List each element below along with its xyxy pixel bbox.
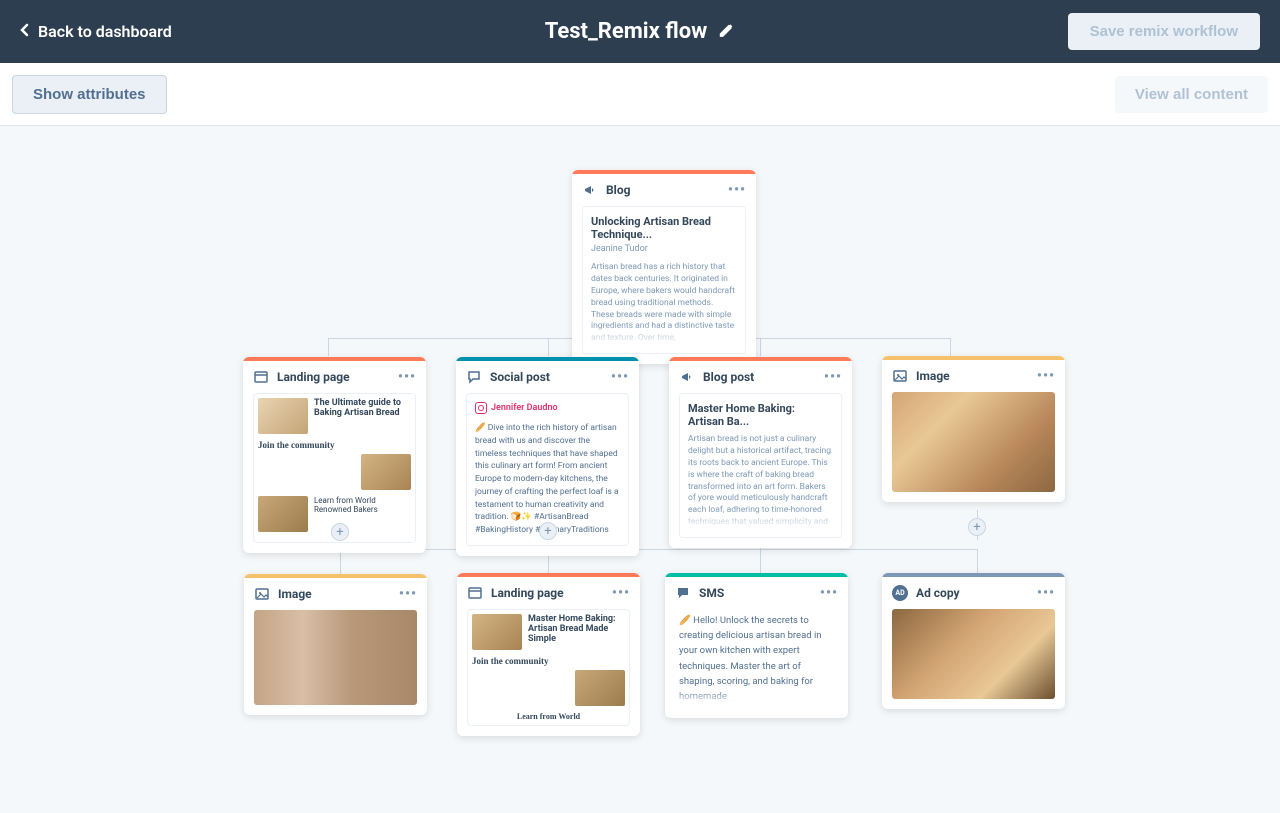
connector [760,549,761,574]
thumbnail-image [575,670,625,706]
browser-icon [467,585,483,601]
card-menu-button[interactable]: ••• [399,586,417,602]
lp-section-title: Join the community [472,656,625,666]
card-menu-button[interactable]: ••• [612,585,630,601]
sms-body: 🥖 Hello! Unlock the secrets to creating … [675,609,838,708]
sms-card[interactable]: SMS ••• 🥖 Hello! Unlock the secrets to c… [665,573,848,718]
card-type-label: Image [278,587,391,601]
save-workflow-button[interactable]: Save remix workflow [1068,13,1260,50]
landing-page-card[interactable]: Landing page ••• Master Home Baking: Art… [457,573,640,736]
card-type-label: Landing page [491,586,604,600]
blog-title: Master Home Baking: Artisan Ba... [688,402,833,428]
card-menu-button[interactable]: ••• [820,585,838,601]
card-type-label: Blog post [703,370,816,384]
edit-title-icon[interactable] [717,21,735,43]
show-attributes-button[interactable]: Show attributes [12,75,167,114]
lp-headline: The Ultimate guide to Baking Artisan Bre… [314,398,411,434]
social-body: 🥖 Dive into the rich history of artisan … [475,422,620,537]
lp-section-text: Learn from World Renowned Bakers [314,496,411,532]
connector [760,338,761,356]
megaphone-icon [582,182,598,198]
add-node-button[interactable]: + [331,523,349,541]
social-author: Jennifer Daudno [475,402,620,414]
blog-post-card[interactable]: Blog post ••• Master Home Baking: Artisa… [669,357,852,548]
thumbnail-image [258,398,308,434]
workflow-title: Test_Remix flow [545,19,708,44]
card-type-label: Landing page [277,370,390,384]
connector [977,549,978,574]
add-node-button[interactable]: + [968,518,986,536]
image-card[interactable]: Image ••• [244,574,427,715]
connector [548,338,549,356]
view-all-content-button[interactable]: View all content [1115,76,1268,113]
blog-author: Jeanine Tudor [591,244,737,254]
workflow-canvas[interactable]: + + + Blog ••• Unlocking Artisan Bread T… [0,126,1280,813]
back-label: Back to dashboard [38,22,172,41]
card-header: Blog ••• [572,174,756,206]
generated-image [892,609,1055,699]
thumbnail-image [258,496,308,532]
top-bar: Back to dashboard Test_Remix flow Save r… [0,0,1280,63]
generated-image [254,610,417,705]
generated-image [892,392,1055,492]
card-menu-button[interactable]: ••• [1037,368,1055,384]
blog-card[interactable]: Blog ••• Unlocking Artisan Bread Techniq… [572,170,756,364]
sms-icon [675,585,691,601]
ad-badge-icon: AD [892,585,908,601]
title-wrap: Test_Remix flow [545,19,736,44]
image-icon [892,368,908,384]
connector [340,549,978,550]
blog-excerpt: Artisan bread has a rich history that da… [591,262,737,345]
chat-icon [466,369,482,385]
card-type-label: Ad copy [916,586,1029,600]
megaphone-icon [679,369,695,385]
card-type-label: Blog [606,183,720,197]
blog-title: Unlocking Artisan Bread Technique... [591,215,737,241]
lp-headline: Master Home Baking: Artisan Bread Made S… [528,614,625,650]
sub-bar: Show attributes View all content [0,63,1280,126]
card-menu-button[interactable]: ••• [824,369,842,385]
author-name: Jennifer Daudno [491,403,558,413]
image-icon [254,586,270,602]
card-menu-button[interactable]: ••• [611,369,629,385]
lp-section-text: Learn from World [472,712,625,721]
browser-icon [253,369,269,385]
thumbnail-image [472,614,522,650]
card-menu-button[interactable]: ••• [1037,585,1055,601]
chevron-left-icon [20,22,30,41]
connector [328,338,329,356]
lp-section-title: Join the community [258,440,411,450]
card-menu-button[interactable]: ••• [398,369,416,385]
card-menu-button[interactable]: ••• [728,182,746,198]
add-node-button[interactable]: + [539,522,557,540]
card-type-label: Image [916,369,1029,383]
card-type-label: SMS [699,586,812,600]
back-to-dashboard-link[interactable]: Back to dashboard [20,22,172,41]
ad-copy-card[interactable]: AD Ad copy ••• [882,573,1065,709]
thumbnail-image [361,454,411,490]
image-card[interactable]: Image ••• [882,356,1065,502]
instagram-icon [475,402,487,414]
blog-excerpt: Artisan bread is not just a culinary del… [688,434,833,529]
card-type-label: Social post [490,370,603,384]
connector [950,338,951,356]
